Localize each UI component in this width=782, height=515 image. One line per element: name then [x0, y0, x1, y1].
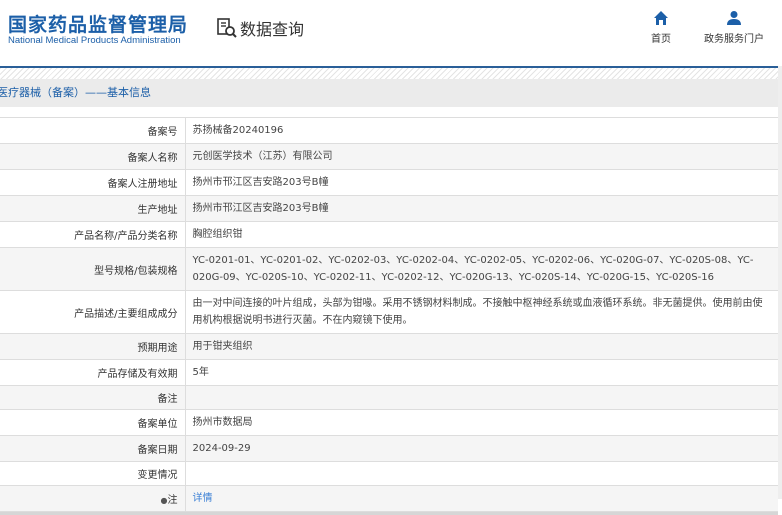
- hatch-band: [0, 68, 782, 79]
- row-value: 5年: [185, 359, 778, 386]
- row-label: 产品名称/产品分类名称: [0, 221, 186, 248]
- nav-home-label: 首页: [651, 34, 671, 45]
- row-value: 用于钳夹组织: [185, 333, 778, 360]
- row-label-text: 备注: [157, 394, 178, 405]
- row-label: 预期用途: [0, 333, 186, 360]
- user-icon: [727, 11, 741, 25]
- table-row: 备注: [0, 385, 778, 410]
- table-row: 备案单位 扬州市数据局: [0, 409, 778, 436]
- table-row: 生产地址 扬州市邗江区吉安路203号B幢: [0, 195, 778, 222]
- row-label-text: 变更情况: [137, 470, 178, 481]
- pin-icon: ●: [160, 496, 168, 505]
- table-row: 备案人名称 元创医学技术（江苏）有限公司: [0, 143, 778, 170]
- scrollbar[interactable]: [778, 66, 782, 499]
- row-label-text: 产品名称/产品分类名称: [74, 231, 178, 242]
- row-value: [185, 385, 778, 410]
- nav-portal-label: 政务服务门户: [704, 34, 764, 45]
- table-row: 预期用途 用于钳夹组织: [0, 333, 778, 360]
- header: 国家药品监督管理局 National Medical Products Admi…: [0, 0, 782, 66]
- row-label: 备案单位: [0, 409, 186, 436]
- data-query-label: 数据查询: [240, 20, 305, 39]
- table-row: 变更情况: [0, 461, 778, 486]
- row-label-text: 备案人名称: [127, 153, 178, 164]
- table-row: 备案人注册地址 扬州市邗江区吉安路203号B幢: [0, 169, 778, 196]
- detail-table: 备案号 苏扬械备20240196 备案人名称 元创医学技术（江苏）有限公司 备案人注册地…: [0, 117, 778, 515]
- document-search-icon: [217, 18, 237, 38]
- breadcrumb: 医疗器械（备案）——基本信息: [0, 79, 782, 107]
- row-label-text: 预期用途: [137, 343, 178, 354]
- row-value: YC-0201-01、YC-0201-02、YC-0202-03、YC-0202…: [185, 247, 778, 291]
- row-label: 备注: [0, 385, 186, 410]
- table-row: 备案日期 2024-09-29: [0, 435, 778, 462]
- row-label-text: 型号规格/包装规格: [94, 265, 178, 277]
- row-label: 变更情况: [0, 461, 186, 486]
- row-label: 备案日期: [0, 435, 186, 462]
- row-label: 产品存储及有效期: [0, 359, 186, 386]
- logo-title[interactable]: 国家药品监督管理局: [8, 10, 188, 37]
- table-row: 产品存储及有效期 5年: [0, 359, 778, 386]
- row-value: 元创医学技术（江苏）有限公司: [185, 143, 778, 170]
- nav-portal[interactable]: 政务服务门户: [704, 10, 764, 45]
- row-label-text: 备案单位: [137, 419, 178, 430]
- data-query-title: 数据查询: [216, 16, 304, 40]
- row-label-text: 备案人注册地址: [107, 179, 178, 190]
- row-label: 产品描述/主要组成成分: [0, 290, 186, 334]
- table-row: 型号规格/包装规格 YC-0201-01、YC-0201-02、YC-0202-0…: [0, 247, 778, 291]
- row-value: 扬州市数据局: [185, 409, 778, 436]
- row-value: 扬州市邗江区吉安路203号B幢: [185, 195, 778, 222]
- row-label-text: 备案号: [147, 127, 178, 138]
- table-row: 产品描述/主要组成成分 由一对中间连接的叶片组成，头部为钳喙。采用不锈钢材料制成。…: [0, 290, 778, 334]
- logo-subtitle: National Medical Products Administration: [8, 35, 181, 46]
- table-row: 产品名称/产品分类名称 胸腔组织钳: [0, 221, 778, 248]
- row-label-text: 产品存储及有效期: [97, 369, 178, 380]
- row-label: 型号规格/包装规格: [0, 247, 186, 291]
- row-value: 2024-09-29: [185, 435, 778, 462]
- row-value: [185, 461, 778, 486]
- row-label-text: 生产地址: [137, 205, 178, 216]
- row-label: 备案人名称: [0, 143, 186, 170]
- row-label-text: 产品描述/主要组成成分: [74, 308, 178, 320]
- row-value: 胸腔组织钳: [185, 221, 778, 248]
- row-value: 扬州市邗江区吉安路203号B幢: [185, 169, 778, 196]
- row-label: 备案号: [0, 118, 186, 144]
- row-label: 备案人注册地址: [0, 169, 186, 196]
- home-icon: [654, 11, 668, 25]
- table-row: 备案号 苏扬械备20240196: [0, 118, 778, 144]
- row-label: 生产地址: [0, 195, 186, 222]
- row-label-text: 备案日期: [137, 445, 178, 456]
- nav-home[interactable]: 首页: [651, 10, 671, 45]
- row-label-text: 注: [167, 495, 178, 506]
- row-value: 由一对中间连接的叶片组成，头部为钳喙。采用不锈钢材料制成。不接触中枢神经系统或血…: [185, 290, 778, 334]
- row-value: 苏扬械备20240196: [185, 118, 778, 144]
